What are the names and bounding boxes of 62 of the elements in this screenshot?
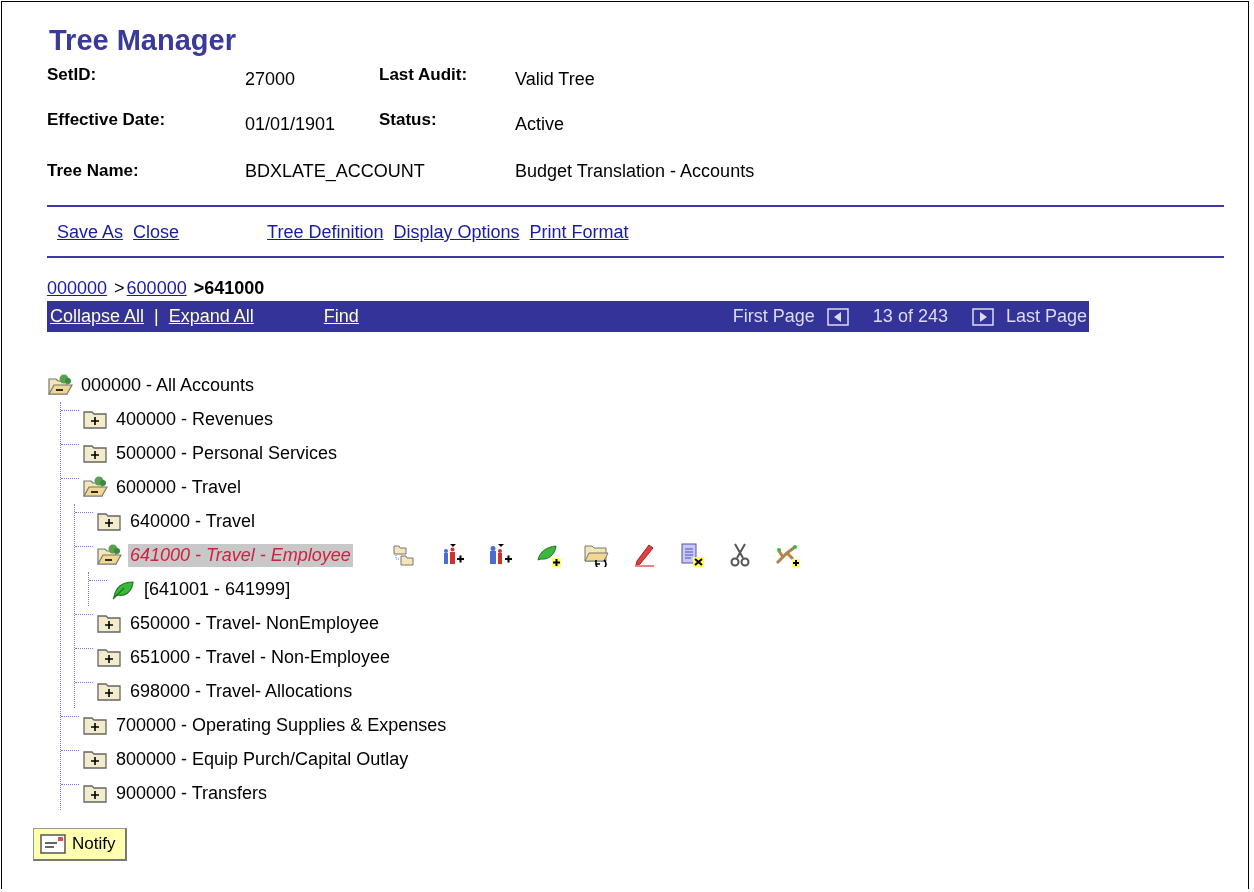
expand-folder-icon[interactable] [82,408,108,430]
last-page-label: Last Page [1005,306,1087,327]
toolbar-link[interactable]: Close [133,222,180,243]
notify-button[interactable]: Notify [33,828,128,861]
field-value: 27000 [245,68,296,91]
expand-folder-icon[interactable] [96,612,122,634]
nav-link[interactable]: Find [323,306,359,327]
next-page-icon[interactable] [971,307,994,326]
breadcrumb-link[interactable]: 600000 [126,278,187,299]
tree-node-label[interactable]: 600000 - Travel [114,475,244,499]
field-label: Tree Name: [47,160,140,182]
previous-page-icon[interactable] [826,307,849,326]
tree-node-label[interactable]: 640000 - Travel [128,509,258,533]
note-icon [40,834,66,854]
breadcrumb-link[interactable]: 000000 [47,278,108,299]
breadcrumb-separator: > [114,278,125,299]
field-label: Last Audit: [379,65,469,86]
add-branch-icon[interactable] [774,543,801,567]
field-value: Valid Tree [515,68,595,91]
page-title: Tree Manager [49,24,237,57]
expand-folder-icon[interactable] [82,782,108,804]
field-value: Budget Translation - Accounts [515,160,755,183]
tree-node-label[interactable]: 900000 - Transfers [114,781,270,805]
field-value: 01/01/1901 [245,113,336,136]
expand-folder-icon[interactable] [82,748,108,770]
toolbar-link[interactable]: Display Options [393,222,520,243]
folder-undo-icon[interactable] [582,543,609,567]
tree-node-label[interactable]: 700000 - Operating Supplies & Expenses [114,713,449,737]
field-value: Active [515,113,565,136]
tree-node-label[interactable]: 800000 - Equip Purch/Capital Outlay [114,747,411,771]
field-value: BDXLATE_ACCOUNT [245,160,425,184]
expand-folder-icon[interactable] [96,510,122,532]
leaf-icon [110,578,136,600]
add-leaf-icon[interactable] [534,543,561,567]
page-counter: 13 of 243 [872,306,948,327]
field-label: Effective Date: [47,110,167,131]
nav-link[interactable]: Collapse All [50,306,145,327]
tree-node-label[interactable]: [641001 - 641999] [142,577,293,601]
open-folder-icon[interactable] [96,544,122,566]
field-label: Status: [379,110,438,131]
tree-node-label[interactable]: 650000 - Travel- NonEmployee [128,611,382,635]
delete-document-icon[interactable] [678,543,705,567]
open-folder-icon[interactable] [47,374,73,396]
toolbar-link[interactable]: Tree Definition [267,222,384,243]
toolbar-link[interactable]: Save As [57,222,124,243]
expand-folder-icon[interactable] [96,646,122,668]
tree-node-label[interactable]: 000000 - All Accounts [79,373,257,397]
nav-link[interactable]: Expand All [168,306,254,327]
expand-folder-icon[interactable] [96,680,122,702]
tree-node-label[interactable]: 500000 - Personal Services [114,441,340,465]
breadcrumb-current: >641000 [193,278,265,299]
field-label: SetID: [47,65,98,86]
expand-folder-icon[interactable] [82,714,108,736]
tree-node-label[interactable]: 400000 - Revenues [114,407,276,431]
toolbar-link[interactable]: Print Format [529,222,629,243]
tree-node-label[interactable]: 698000 - Travel- Allocations [128,679,355,703]
folders-icon[interactable] [390,543,417,567]
open-folder-icon[interactable] [82,476,108,498]
expand-folder-icon[interactable] [82,442,108,464]
tree-node-label[interactable]: 651000 - Travel - Non-Employee [128,645,393,669]
first-page-label: First Page [732,306,815,327]
link-separator: | [154,306,159,327]
